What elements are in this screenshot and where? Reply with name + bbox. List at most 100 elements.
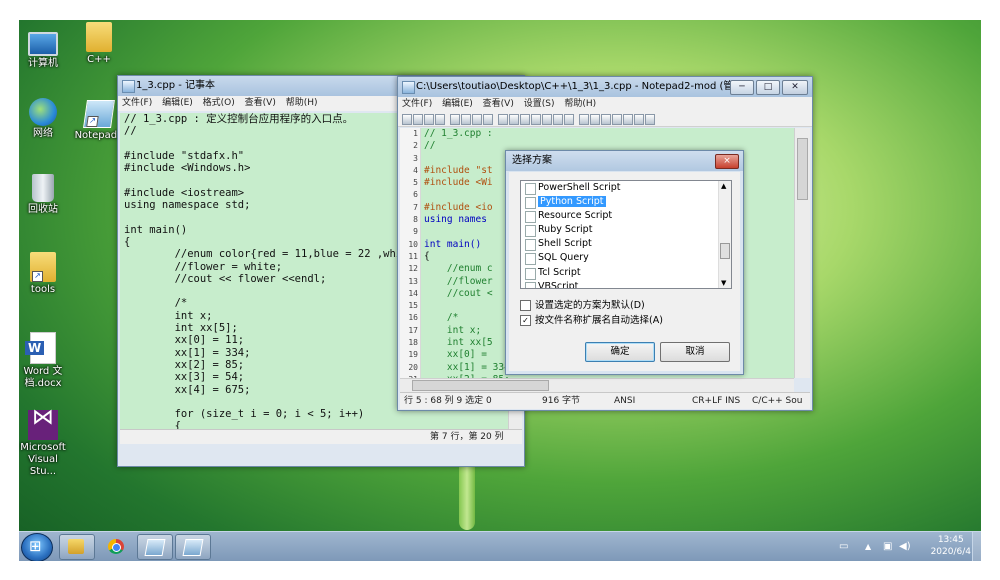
menu-help[interactable]: 帮助(H): [564, 99, 596, 109]
scrollbar-thumb[interactable]: [797, 138, 808, 200]
scheme-listbox[interactable]: PowerShell Script Python Script Resource S…: [520, 180, 732, 289]
scheme-list-item[interactable]: VBScript: [521, 280, 731, 288]
keyboard-icon[interactable]: ▭: [839, 541, 848, 552]
toolbar-button[interactable]: [634, 114, 644, 125]
menu-view[interactable]: 查看(V): [483, 99, 514, 109]
toolbar-button[interactable]: [645, 114, 655, 125]
desktop-icon-label: 回收站: [28, 204, 58, 215]
scheme-list-item[interactable]: Python Script: [521, 195, 731, 210]
scheme-list-item[interactable]: Shell Script: [521, 237, 731, 252]
file-icon: [525, 183, 536, 195]
start-button[interactable]: [21, 533, 53, 561]
scheme-label: Resource Script: [538, 210, 613, 222]
auto-select-checkbox[interactable]: ✓ 按文件名称扩展名自动选择(A): [520, 315, 663, 327]
shortcut-arrow-icon: ↗: [32, 271, 43, 282]
toolbar-button[interactable]: [424, 114, 434, 125]
computer-icon: [28, 32, 58, 56]
line-number: 18: [408, 338, 418, 348]
dialog-close-button[interactable]: ×: [715, 154, 739, 169]
file-icon: [525, 253, 536, 266]
listbox-scrollbar[interactable]: ▲ ▼: [718, 181, 731, 288]
menu-settings[interactable]: 设置(S): [524, 99, 555, 109]
toolbar-button[interactable]: [590, 114, 600, 125]
taskbar-explorer-button[interactable]: [59, 534, 95, 560]
taskbar-chrome-button[interactable]: [99, 534, 135, 560]
desktop-icon-computer[interactable]: 计算机: [19, 26, 71, 70]
desktop-icon-recycle-bin[interactable]: 回收站: [19, 174, 71, 216]
notepad2-vertical-scrollbar[interactable]: [794, 128, 810, 378]
checkbox-label: 按文件名称扩展名自动选择(A): [535, 315, 663, 326]
status-encoding: ANSI: [614, 396, 636, 406]
toolbar-button[interactable]: [601, 114, 611, 125]
notepad2-toolbar: [398, 112, 812, 127]
network-tray-icon[interactable]: ▣: [883, 541, 892, 552]
scroll-up-icon[interactable]: ▲: [721, 182, 726, 190]
volume-icon[interactable]: ◀): [899, 541, 911, 552]
toolbar-button[interactable]: [579, 114, 589, 125]
toolbar-button[interactable]: [498, 114, 508, 125]
toolbar-button[interactable]: [450, 114, 460, 125]
toolbar-button[interactable]: [509, 114, 519, 125]
menu-file[interactable]: 文件(F): [122, 98, 152, 108]
notepad2-icon: [182, 539, 204, 556]
menu-file[interactable]: 文件(F): [402, 99, 432, 109]
toolbar-button[interactable]: [612, 114, 622, 125]
scheme-list-item[interactable]: SQL Query: [521, 251, 731, 266]
status-position: 行 5 : 68 列 9 选定 0: [404, 396, 492, 406]
show-desktop-button[interactable]: [972, 532, 981, 561]
ok-button[interactable]: 确定: [585, 342, 655, 362]
menu-format[interactable]: 格式(O): [203, 98, 235, 108]
line-number: 14: [408, 288, 418, 298]
toolbar-button[interactable]: [435, 114, 445, 125]
desktop-icon-visual-studio[interactable]: Microsoft Visual Stu...: [19, 410, 71, 478]
menu-help[interactable]: 帮助(H): [286, 98, 318, 108]
scheme-list-item[interactable]: Resource Script: [521, 209, 731, 224]
toolbar-button[interactable]: [531, 114, 541, 125]
scheme-list-item[interactable]: PowerShell Script: [521, 181, 731, 195]
dialog-titlebar[interactable]: 选择方案 ×: [506, 151, 743, 171]
taskbar-notepad-button[interactable]: [137, 534, 173, 560]
notepad-app-icon: [122, 80, 135, 93]
toolbar-button[interactable]: [483, 114, 493, 125]
taskbar-notepad2-button[interactable]: [175, 534, 211, 560]
toolbar-button[interactable]: [461, 114, 471, 125]
menu-edit[interactable]: 编辑(E): [442, 99, 473, 109]
scheme-list-item[interactable]: Tcl Script: [521, 266, 731, 280]
scrollbar-thumb[interactable]: [412, 380, 549, 391]
select-scheme-dialog[interactable]: 选择方案 × PowerShell Script Python Script Res…: [505, 150, 744, 375]
scrollbar-thumb[interactable]: [720, 243, 730, 259]
close-button[interactable]: ✕: [782, 80, 808, 95]
line-number: 2: [413, 141, 418, 151]
toolbar-button[interactable]: [520, 114, 530, 125]
checkbox-box[interactable]: [520, 300, 531, 311]
default-scheme-checkbox[interactable]: 设置选定的方案为默认(D): [520, 300, 645, 312]
desktop-icon-cpp-folder[interactable]: C++: [71, 22, 127, 66]
line-number: 19: [408, 350, 418, 360]
desktop-icon-word-doc[interactable]: Word 文档.docx: [19, 332, 71, 390]
toolbar-button[interactable]: [413, 114, 423, 125]
toolbar-button[interactable]: [542, 114, 552, 125]
tray-expand-icon[interactable]: ▲: [865, 542, 871, 551]
scheme-label: Ruby Script: [538, 224, 593, 236]
line-number: 17: [408, 325, 418, 335]
desktop-icon-network[interactable]: 网络: [19, 98, 71, 140]
toolbar-button[interactable]: [564, 114, 574, 125]
minimize-button[interactable]: ─: [730, 80, 754, 95]
cancel-button[interactable]: 取消: [660, 342, 730, 362]
toolbar-button[interactable]: [623, 114, 633, 125]
menu-edit[interactable]: 编辑(E): [162, 98, 193, 108]
checkbox-box[interactable]: ✓: [520, 315, 531, 326]
scroll-down-icon[interactable]: ▼: [721, 279, 726, 287]
notepad2-horizontal-scrollbar[interactable]: [400, 378, 794, 392]
desktop-icon-tools[interactable]: ↗ tools: [19, 252, 71, 296]
desktop-icon-label: C++: [87, 54, 111, 65]
dialog-body: PowerShell Script Python Script Resource S…: [509, 172, 740, 371]
toolbar-button[interactable]: [472, 114, 482, 125]
menu-view[interactable]: 查看(V): [245, 98, 276, 108]
maximize-button[interactable]: □: [756, 80, 780, 95]
window-title: 1_3.cpp - 记事本: [136, 80, 216, 91]
scheme-list-item[interactable]: Ruby Script: [521, 223, 731, 238]
clock[interactable]: 13:45 2020/6/4: [931, 534, 971, 558]
toolbar-button[interactable]: [553, 114, 563, 125]
toolbar-button[interactable]: [402, 114, 412, 125]
